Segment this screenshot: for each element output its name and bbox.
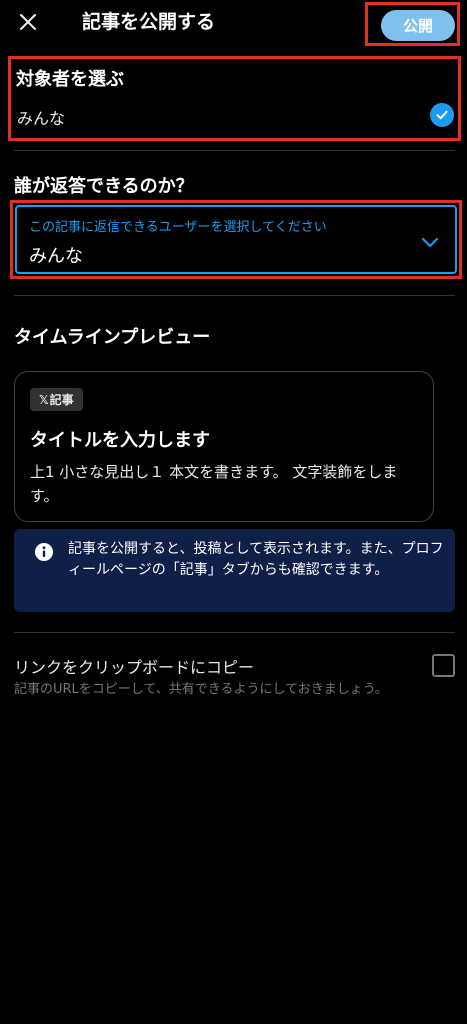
divider [14,150,455,151]
reply-permission-select[interactable]: この記事に返信できるユーザーを選択してください みんな [15,205,457,274]
chevron-down-icon [421,237,439,248]
info-text: 記事を公開すると、投稿として表示されます。また、プロフィールページの「記事」タブ… [68,541,444,578]
reply-title: 誰が返答できるのか？ [14,176,194,197]
preview-body: 上1 小さな見出し１ 本文を書きます。 文字装飾をします。 [30,463,398,505]
select-label: この記事に返信できるユーザーを選択してください [29,220,327,235]
select-value: みんな [29,246,83,267]
page-title: 記事を公開する [82,11,216,33]
article-badge: 𝕏 記事 [30,388,83,411]
x-logo-icon: 𝕏 [39,392,49,407]
top-bar: 記事を公開する 公開 [0,0,467,46]
close-icon [19,13,37,31]
preview-title: タイトルを入力します [30,430,210,451]
info-notice: 記事を公開すると、投稿として表示されます。また、プロフィールページの「記事」タブ… [14,529,455,612]
divider [14,295,455,296]
audience-option-everyone[interactable]: みんな [17,105,65,129]
copy-link-checkbox[interactable] [432,654,455,677]
info-icon [35,543,53,561]
audience-title: 対象者を選ぶ [16,69,124,90]
check-circle-icon[interactable] [430,103,454,127]
article-badge-label: 記事 [49,393,74,407]
timeline-preview-title: タイムラインプレビュー [14,327,211,348]
audience-section: 対象者を選ぶ みんな [8,56,461,141]
publish-button[interactable]: 公開 [381,10,455,41]
copy-link-label[interactable]: リンクをクリップボードにコピー [14,654,254,678]
close-button[interactable] [14,8,42,36]
publish-highlight: 公開 [365,2,460,46]
reply-select-highlight: この記事に返信できるユーザーを選択してください みんな [10,200,462,279]
copy-link-description: 記事のURLをコピーして、共有できるようにしておきましょう。 [14,682,388,697]
divider [14,632,455,633]
preview-card: 𝕏 記事 タイトルを入力します 上1 小さな見出し１ 本文を書きます。 文字装飾… [14,371,434,522]
